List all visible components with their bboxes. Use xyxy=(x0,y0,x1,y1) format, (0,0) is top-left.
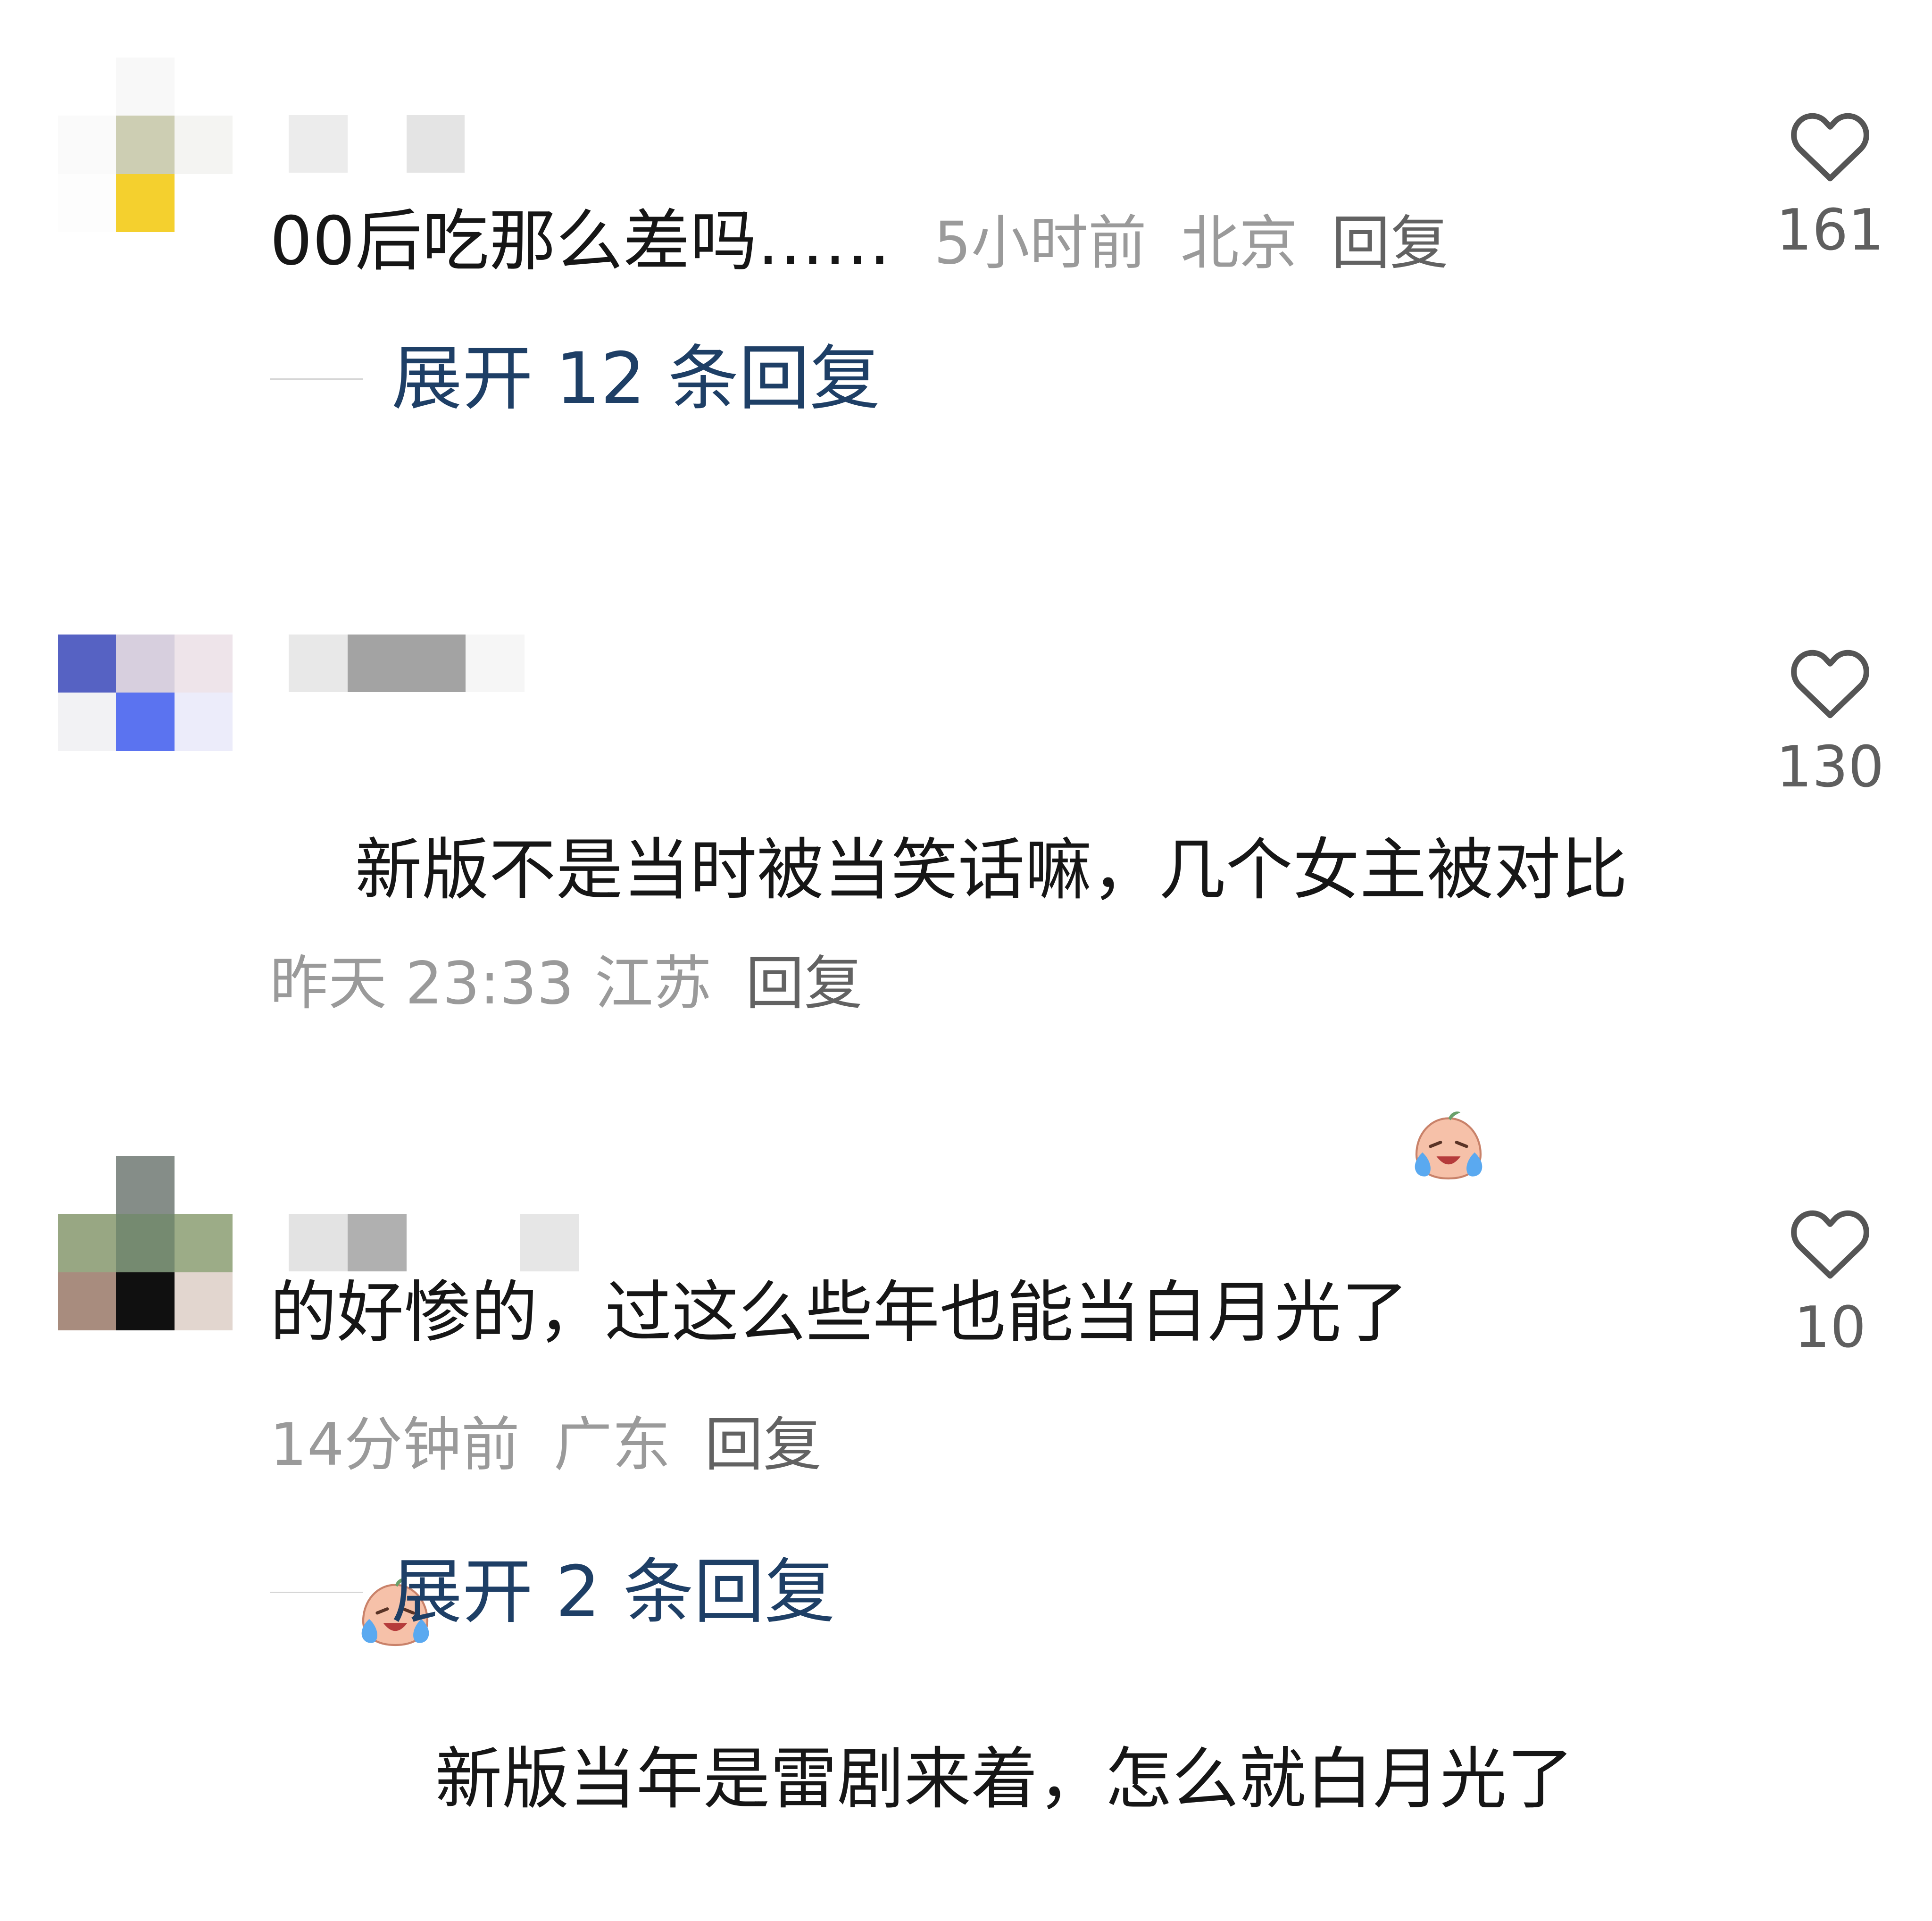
avatar-pixel xyxy=(174,174,233,232)
avatar-pixel xyxy=(58,635,117,693)
avatar-pixel xyxy=(116,1272,175,1330)
avatar[interactable] xyxy=(58,635,233,809)
avatar-pixel xyxy=(58,58,117,116)
reply-button[interactable]: 回复 xyxy=(746,950,863,1018)
avatar-pixel xyxy=(116,635,175,693)
avatar-pixel xyxy=(58,174,117,232)
avatar-pixel xyxy=(116,116,175,174)
avatar-pixel xyxy=(174,1156,233,1214)
username-blurred[interactable] xyxy=(289,115,534,173)
comment-time: 昨天 23:33 xyxy=(270,950,574,1018)
blur-block xyxy=(407,115,465,173)
expand-replies-link[interactable]: 展开 12 条回复 xyxy=(270,339,880,419)
avatar[interactable] xyxy=(58,1156,233,1330)
avatar-pixel xyxy=(174,635,233,693)
expand-replies-label: 展开 12 条回复 xyxy=(391,338,881,420)
like-count: 161 xyxy=(1776,198,1884,263)
avatar-pixel xyxy=(58,1272,117,1330)
comment-time: 14分钟前 xyxy=(270,1411,520,1479)
blur-block xyxy=(466,635,525,692)
avatar-pixel xyxy=(174,693,233,751)
avatar-pixel xyxy=(174,116,233,174)
heart-outline-icon xyxy=(1791,650,1869,718)
blur-block xyxy=(520,1214,579,1271)
reply-button[interactable]: 回复 xyxy=(705,1411,822,1479)
avatar-pixel xyxy=(116,1156,175,1214)
comment-location: 江苏 xyxy=(594,950,712,1018)
avatar-pixel xyxy=(116,1214,175,1272)
like-button[interactable]: 161 xyxy=(1759,106,1901,266)
like-count: 10 xyxy=(1794,1295,1866,1361)
like-button[interactable]: 10 xyxy=(1759,1203,1901,1363)
blur-block xyxy=(348,635,466,692)
avatar-pixel xyxy=(58,116,117,174)
comment-text-content: 新版当年是雷剧来着，怎么就白月光了 xyxy=(435,1740,1574,1818)
avatar-pixel xyxy=(174,1272,233,1330)
avatar-pixel xyxy=(58,693,117,751)
like-count: 130 xyxy=(1776,735,1884,800)
avatar-pixel xyxy=(58,751,117,809)
avatar-pixel xyxy=(174,1214,233,1272)
heart-outline-icon xyxy=(1791,113,1869,182)
expand-replies-label: 展开 2 条回复 xyxy=(391,1551,835,1633)
comment-location: 广东 xyxy=(553,1411,671,1479)
blur-block xyxy=(289,1214,348,1271)
avatar-pixel xyxy=(58,1156,117,1214)
reply-button[interactable]: 回复 xyxy=(1332,209,1449,277)
comment-meta: 5小时前 北京 回复 xyxy=(934,206,1449,281)
avatar-pixel xyxy=(174,751,233,809)
comment-meta: 昨天 23:33 江苏 回复 xyxy=(270,946,863,1021)
expand-replies-link[interactable]: 展开 2 条回复 xyxy=(270,1552,835,1632)
heart-outline-icon xyxy=(1791,1210,1869,1279)
avatar-pixel xyxy=(116,751,175,809)
crying-laughing-face-icon xyxy=(1408,918,1489,1180)
avatar-pixel xyxy=(116,693,175,751)
blur-block xyxy=(289,115,348,173)
comment-time: 5小时前 xyxy=(934,209,1147,277)
avatar-pixel xyxy=(174,58,233,116)
blur-block xyxy=(289,635,348,692)
avatar-pixel xyxy=(116,58,175,116)
comment-meta: 14分钟前 广东 回复 xyxy=(270,1407,822,1483)
avatar-pixel xyxy=(58,1214,117,1272)
blur-block xyxy=(348,1214,407,1271)
username-blurred[interactable] xyxy=(289,1214,579,1271)
comment-location: 北京 xyxy=(1180,209,1298,277)
username-blurred[interactable] xyxy=(289,635,534,692)
avatar[interactable] xyxy=(58,58,233,232)
like-button[interactable]: 130 xyxy=(1759,643,1901,803)
divider-line xyxy=(270,378,363,380)
divider-line xyxy=(270,1591,363,1593)
avatar-pixel xyxy=(116,174,175,232)
